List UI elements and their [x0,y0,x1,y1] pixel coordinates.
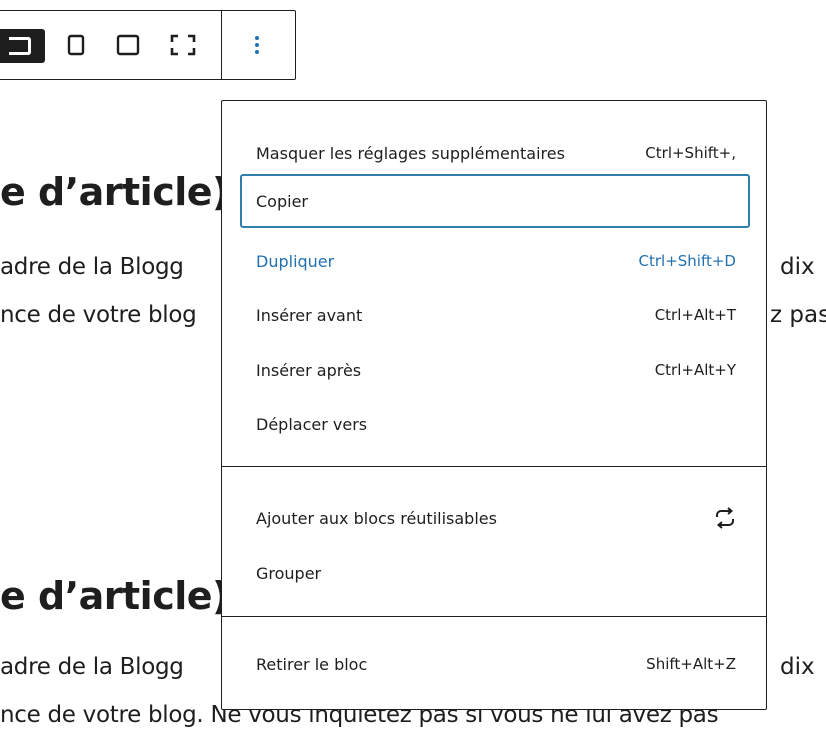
menu-item-label: Insérer après [256,360,362,380]
menu-item-duplicate[interactable]: Dupliquer Ctrl+Shift+D [240,234,750,288]
align-none-icon [116,34,140,56]
fullscreen-icon [170,34,196,56]
paragraph-line-fragment: z pas [770,302,826,328]
menu-item-move-to[interactable]: Déplacer vers [240,397,750,451]
menu-item-shortcut: Shift+Alt+Z [646,655,736,673]
align-center-button[interactable] [61,11,91,79]
menu-item-insert-before[interactable]: Insérer avant Ctrl+Alt+T [240,288,750,342]
paragraph-line: nce de votre blog [0,302,197,328]
menu-item-shortcut: Ctrl+Shift+, [645,144,736,162]
align-wide-icon [9,37,31,55]
options-button[interactable] [239,11,275,79]
menu-item-hide-settings[interactable]: Masquer les réglages supplémentaires Ctr… [240,126,750,180]
menu-item-label: Grouper [256,563,322,583]
menu-separator [222,466,766,467]
menu-item-insert-after[interactable]: Insérer après Ctrl+Alt+Y [240,343,750,397]
menu-item-label: Déplacer vers [256,414,368,434]
fullscreen-button[interactable] [165,11,201,79]
paragraph-line: adre de la Blogg [0,654,184,680]
menu-item-shortcut: Ctrl+Alt+Y [654,361,736,379]
menu-item-shortcut: Ctrl+Alt+T [654,306,736,324]
menu-item-add-reusable[interactable]: Ajouter aux blocs réutilisables [240,491,750,545]
menu-item-label: Masquer les réglages supplémentaires [256,143,565,163]
paragraph-line: adre de la Blogg [0,254,184,280]
reusable-block-icon [716,507,734,529]
menu-item-label: Dupliquer [256,251,335,271]
more-vertical-icon [255,36,259,54]
menu-item-label: Ajouter aux blocs réutilisables [256,508,497,528]
menu-item-label: Retirer le bloc [256,654,368,674]
toolbar-divider [221,11,222,79]
menu-item-remove-block[interactable]: Retirer le bloc Shift+Alt+Z [240,637,750,691]
menu-separator [222,616,766,617]
menu-item-group[interactable]: Grouper [240,546,750,600]
align-wide-button[interactable] [0,29,45,63]
menu-item-copy[interactable]: Copier [240,174,750,228]
menu-item-shortcut: Ctrl+Shift+D [638,252,736,270]
block-toolbar [0,10,296,80]
post-heading: e d’article) [0,170,229,214]
paragraph-line-fragment: dix [780,254,815,280]
menu-item-label: Insérer avant [256,305,363,325]
block-options-menu: Masquer les réglages supplémentaires Ctr… [221,100,767,710]
menu-item-label: Copier [256,191,308,211]
align-center-icon [67,34,85,56]
paragraph-line-fragment: dix [780,654,815,680]
post-heading: e d’article) [0,574,229,618]
align-none-button[interactable] [111,11,145,79]
